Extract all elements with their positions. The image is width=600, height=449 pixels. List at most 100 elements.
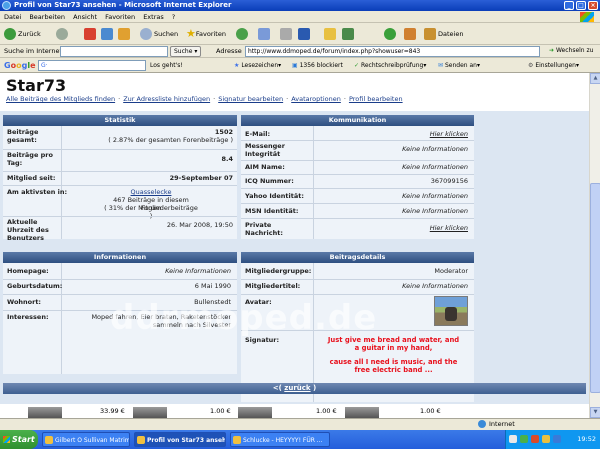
globe-icon [478, 420, 486, 428]
web-search-button[interactable]: Suche ▾ [170, 46, 202, 57]
dateien-button[interactable]: Dateien [424, 26, 463, 42]
history-button[interactable] [236, 26, 250, 42]
messenger-button[interactable] [342, 26, 354, 42]
active-forum-link[interactable]: Quasselecke [103, 188, 199, 196]
kommunikation-panel: Kommunikation E-Mail: Hier klicken Messe… [241, 115, 474, 239]
web-search-input[interactable] [60, 46, 168, 57]
spellcheck-icon: ✓ [354, 62, 360, 69]
find-posts-link[interactable]: Alle Beiträge des Mitglieds finden [6, 95, 115, 103]
bookmarks-button[interactable]: ★ Lesezeichen▾ [234, 61, 281, 70]
send-icon: ✉ [438, 62, 444, 69]
ad-thumbnail[interactable] [133, 407, 167, 418]
stat-mitglied-row: Mitglied seit: 29-September 07 [7, 174, 233, 182]
ad-thumbnail[interactable] [28, 407, 62, 418]
forward-arrow-icon [56, 28, 68, 40]
refresh-icon [101, 28, 113, 40]
close-button[interactable]: × [588, 1, 598, 10]
home-button[interactable] [118, 26, 130, 42]
back-button[interactable]: Zurück [4, 26, 41, 42]
clover-button[interactable] [384, 26, 398, 42]
send-to-button[interactable]: ✉ Senden an▾ [438, 61, 480, 70]
informationen-header: Informationen [3, 252, 237, 263]
profile-header: Star73 Alle Beiträge des Mitglieds finde… [0, 73, 589, 103]
scroll-down-arrow-icon[interactable]: ▼ [590, 407, 600, 418]
refresh-button[interactable] [101, 26, 113, 42]
avatar-image [434, 296, 468, 326]
mail-button[interactable] [258, 26, 270, 42]
go-arrow-icon: ➜ [549, 47, 555, 54]
tray-icon[interactable] [531, 435, 539, 443]
menu-help[interactable]: ? [168, 11, 179, 23]
music-icon [404, 28, 416, 40]
stat-beitraege-row: Beiträge gesamt: 1502 ( 2.87% der gesamt… [7, 128, 233, 144]
profile-nav: Alle Beiträge des Mitglieds finden · Zur A… [6, 95, 403, 103]
print-button[interactable] [280, 26, 292, 42]
avatar-options-link[interactable]: Avataroptionen [291, 95, 341, 103]
star-icon: ★ [186, 27, 196, 40]
home-icon [118, 28, 130, 40]
scroll-thumb[interactable] [590, 183, 600, 393]
ad-thumbnail[interactable] [238, 407, 272, 418]
email-link[interactable]: Hier klicken [430, 130, 468, 138]
add-contact-link[interactable]: Zur Adressliste hinzufügen [123, 95, 210, 103]
tray-icon[interactable] [542, 435, 550, 443]
edit-profile-link[interactable]: Profil bearbeiten [349, 95, 403, 103]
vertical-scrollbar[interactable]: ▲ ▼ [589, 73, 600, 418]
menu-extras[interactable]: Extras [139, 11, 168, 23]
pm-link[interactable]: Hier klicken [430, 224, 468, 232]
menu-favoriten[interactable]: Favoriten [101, 11, 139, 23]
messenger-icon [342, 28, 354, 40]
edit-signature-link[interactable]: Signatur bearbeiten [218, 95, 283, 103]
tray-icon[interactable] [553, 435, 561, 443]
google-go-button[interactable]: Los geht's! [150, 61, 183, 70]
spellcheck-button[interactable]: ✓ Rechtschreibprüfung▾ [354, 61, 426, 70]
task-profil[interactable]: Profil von Star73 ansehen... [134, 432, 226, 447]
ad-thumbnail[interactable] [345, 407, 379, 418]
search-button[interactable]: Suchen [140, 26, 178, 42]
stat-pro-tag-row: Beiträge pro Tag: 8.4 [7, 151, 233, 167]
address-bar-row: Suche im Internet Suche ▾ Adresse http:/… [0, 45, 600, 58]
google-g-icon: G· [41, 62, 48, 69]
clock: 19:52 [577, 435, 596, 443]
tray-icon[interactable] [520, 435, 528, 443]
folder-button[interactable] [324, 26, 336, 42]
edit-button[interactable] [298, 26, 310, 42]
gear-icon: ⚙ [528, 62, 534, 69]
statistik-header: Statistik [3, 115, 237, 126]
music-button[interactable] [404, 26, 416, 42]
popup-blocker[interactable]: ▣ 1356 blockiert [292, 61, 343, 70]
status-bar: Internet [0, 418, 600, 430]
address-input[interactable]: http://www.ddmoped.de/forum/index.php?sh… [245, 46, 540, 57]
files-icon [424, 28, 436, 40]
settings-button[interactable]: ⚙ Einstellungen▾ [528, 61, 579, 70]
statistik-panel: Statistik Beiträge gesamt: 1502 ( 2.87% … [3, 115, 237, 242]
system-tray: 19:52 [505, 430, 600, 449]
history-icon [236, 28, 248, 40]
favorites-button[interactable]: ★Favoriten [186, 26, 226, 42]
minimize-button[interactable]: _ [564, 1, 574, 10]
forward-button[interactable] [56, 26, 70, 42]
window-title: Profil von Star73 ansehen - Microsoft In… [14, 1, 232, 9]
menu-datei[interactable]: Datei [0, 11, 25, 23]
mail-icon [258, 28, 270, 40]
task-gilbert[interactable]: Gilbert O Sullivan Matrim... [42, 432, 130, 447]
back-link[interactable]: zurück [284, 384, 310, 392]
profile-panels: Statistik Beiträge gesamt: 1502 ( 2.87% … [0, 111, 589, 418]
menu-bearbeiten[interactable]: Bearbeiten [25, 11, 69, 23]
folder-icon [324, 28, 336, 40]
print-icon [280, 28, 292, 40]
scroll-up-arrow-icon[interactable]: ▲ [590, 73, 600, 84]
word-icon [298, 28, 310, 40]
clover-icon [384, 28, 396, 40]
start-button[interactable]: Start [0, 430, 38, 449]
menu-ansicht[interactable]: Ansicht [69, 11, 101, 23]
stat-uhrzeit-row: Aktuelle Uhrzeit des Benutzers 26. Mar 2… [7, 218, 233, 242]
task-schlucke[interactable]: Schlucke - HEYYYY! FÜR ... [230, 432, 330, 447]
go-button[interactable]: ➜ Wechseln zu [546, 46, 596, 57]
maximize-button[interactable]: □ [576, 1, 586, 10]
stop-button[interactable] [84, 26, 96, 42]
block-icon: ▣ [292, 62, 298, 69]
google-search-input[interactable]: G· [38, 60, 146, 71]
toolbar: Zurück Suchen ★Favoriten Dateien [0, 23, 600, 45]
tray-icon[interactable] [509, 435, 517, 443]
